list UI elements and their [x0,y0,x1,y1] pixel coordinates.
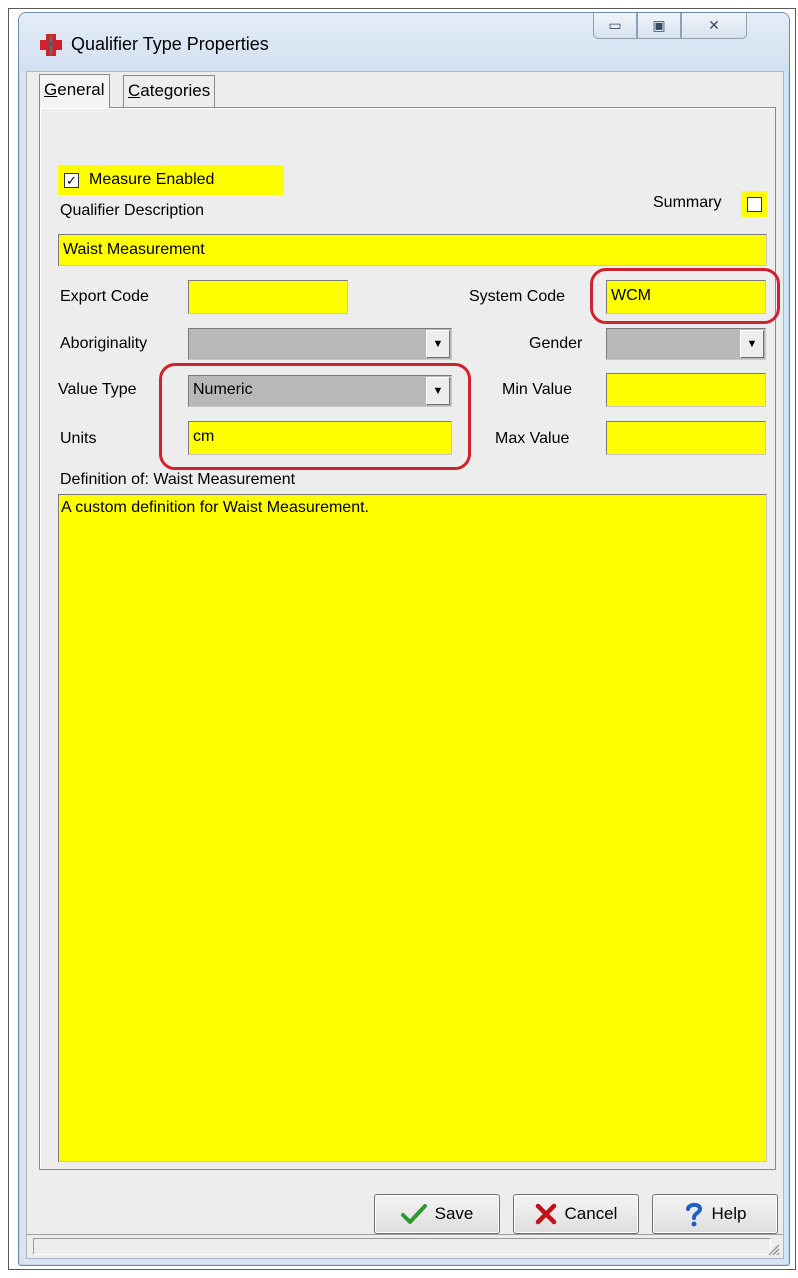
status-panel [33,1238,771,1255]
question-mark-icon [685,1202,702,1227]
gender-dropdown[interactable]: ▼ [606,328,766,360]
summary-checkbox[interactable] [746,196,762,212]
summary-checkbox-highlight[interactable] [741,191,767,217]
minimize-button[interactable]: ▭ [593,13,637,39]
gender-dropdown-arrow-icon[interactable]: ▼ [740,330,764,358]
export-code-label: Export Code [60,288,149,305]
min-value-label: Min Value [502,381,572,398]
title-bar[interactable]: Qualifier Type Properties ▭ ▣ ✕ [19,13,789,71]
units-label: Units [60,430,97,447]
system-code-label: System Code [469,288,566,305]
qualifier-description-label: Qualifier Description [60,202,205,219]
close-button[interactable]: ✕ [681,13,747,39]
min-value-input[interactable] [606,373,766,407]
max-value-label: Max Value [495,430,570,447]
measure-enabled-checkbox[interactable]: ✓ [64,172,79,188]
maximize-icon: ▣ [652,17,666,33]
summary-label: Summary [653,194,722,211]
system-code-highlight-ring [590,268,780,324]
export-code-input[interactable] [188,280,348,314]
measure-enabled-label: Measure Enabled [89,171,215,188]
minimize-icon: ▭ [608,17,622,33]
aboriginality-label: Aboriginality [60,335,148,352]
caption-buttons: ▭ ▣ ✕ [593,13,747,39]
tab-general[interactable]: General [39,74,110,108]
status-bar [27,1234,783,1258]
definition-label: Definition of: Waist Measurement [60,471,296,488]
max-value-input[interactable] [606,421,766,455]
cancel-x-icon [535,1203,556,1225]
window-title: Qualifier Type Properties [71,34,269,54]
cancel-label: Cancel [564,1204,618,1223]
help-label: Help [711,1204,747,1223]
tab-categories[interactable]: Categories [123,75,216,107]
dialog-client-area: General Categories ✓ Measure Enabled Qua… [26,71,784,1259]
gender-label: Gender [529,335,583,352]
help-button[interactable]: Help [652,1194,778,1234]
maximize-button[interactable]: ▣ [637,13,681,39]
general-tab-panel: ✓ Measure Enabled Qualifier Description … [39,107,780,1170]
definition-textarea[interactable]: A custom definition for Waist Measuremen… [58,494,767,1162]
qualifier-type-properties-dialog: Qualifier Type Properties ▭ ▣ ✕ General … [18,12,790,1266]
aboriginality-dropdown-arrow-icon[interactable]: ▼ [426,330,450,358]
measure-enabled-checkbox-row[interactable]: ✓ Measure Enabled [58,165,284,195]
caduceus-icon [40,34,62,56]
qualifier-description-input[interactable]: Waist Measurement [58,234,767,266]
save-button[interactable]: Save [374,1194,500,1234]
aboriginality-dropdown[interactable]: ▼ [188,328,452,360]
value-type-units-highlight-ring [159,363,471,470]
value-type-label: Value Type [58,381,137,398]
save-label: Save [434,1204,474,1223]
close-icon: ✕ [708,17,720,33]
cancel-button[interactable]: Cancel [513,1194,639,1234]
checkmark-icon: ✓ [66,172,77,188]
checkmark-icon [400,1204,427,1224]
resize-grip-icon[interactable] [764,1240,780,1256]
